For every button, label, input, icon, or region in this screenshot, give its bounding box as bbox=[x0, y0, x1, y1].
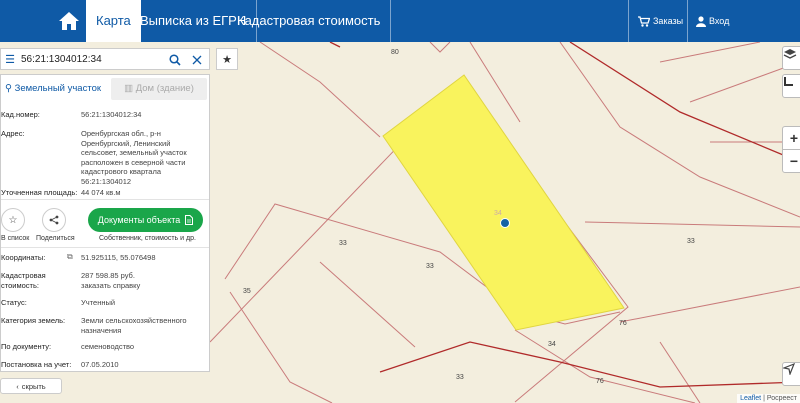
attribution-rest: | Росреест bbox=[761, 395, 797, 402]
map-attribution: Leaflet | Росреест bbox=[737, 394, 800, 403]
add-to-list-caption: В список bbox=[1, 235, 30, 242]
nav-divider bbox=[687, 0, 688, 42]
parcel-label: 34 bbox=[494, 210, 502, 217]
area-value: 44 074 кв.м bbox=[81, 188, 121, 197]
status-label: Статус: bbox=[1, 298, 27, 307]
cad-cost-label: Кадастровая стоимость: bbox=[1, 271, 46, 290]
documents-button[interactable]: Документы объекта bbox=[88, 208, 203, 232]
share-button[interactable] bbox=[42, 208, 66, 232]
locate-icon[interactable] bbox=[782, 362, 800, 386]
address-label: Адрес: bbox=[1, 129, 25, 138]
orders-label: Заказы bbox=[653, 16, 684, 26]
registered-label: Постановка на учет: bbox=[1, 360, 72, 369]
parcel-label: 33 bbox=[456, 374, 464, 381]
cad-number-label: Кад.номер: bbox=[1, 110, 40, 119]
parcel-label: 33 bbox=[426, 263, 434, 270]
favorites-button[interactable]: ★ bbox=[216, 48, 238, 70]
orders-button[interactable]: Заказы bbox=[638, 0, 683, 42]
cad-number-value[interactable]: 56:21:1304012:34 bbox=[81, 110, 207, 120]
nav-divider bbox=[628, 0, 629, 42]
layers-icon[interactable] bbox=[782, 46, 800, 70]
category-value: Земли сельскохозяйственного назначения bbox=[81, 316, 187, 335]
tab-building[interactable]: ▥ Дом (здание) bbox=[111, 78, 207, 100]
category-label: Категория земель: bbox=[1, 316, 66, 325]
collapse-panel-button[interactable]: ‹ скрыть bbox=[0, 378, 62, 394]
object-info-panel: ⚲ Земельный участок ▥ Дом (здание) Кад.н… bbox=[0, 74, 210, 372]
tab-building-label: Дом (здание) bbox=[135, 83, 194, 94]
login-button[interactable]: Вход bbox=[696, 0, 729, 42]
building-icon: ▥ bbox=[124, 83, 136, 94]
parcel-label: 34 bbox=[548, 341, 556, 348]
address-value: Оренбургская обл., р-н Оренбургский, Лен… bbox=[81, 129, 187, 186]
by-doc-label: По документу: bbox=[1, 342, 52, 351]
tab-cadastral-value[interactable]: Кадастровая стоимость bbox=[227, 0, 392, 42]
search-input[interactable] bbox=[19, 53, 169, 65]
leaflet-link[interactable]: Leaflet bbox=[740, 395, 761, 402]
tab-land-plot[interactable]: ⚲ Земельный участок bbox=[1, 78, 105, 100]
zoom-out-button[interactable]: − bbox=[782, 149, 800, 173]
divider bbox=[1, 199, 209, 200]
cart-icon bbox=[638, 15, 650, 27]
tab-land-plot-label: Земельный участок bbox=[14, 83, 102, 94]
search-bar: ☰ bbox=[0, 48, 210, 70]
map-pin-icon: ⚲ bbox=[4, 83, 15, 94]
registered-value: 07.05.2010 bbox=[81, 360, 119, 369]
documents-button-label: Документы объекта bbox=[97, 215, 181, 225]
coords-value: 51.925115, 55.076498 bbox=[81, 253, 156, 262]
order-certificate-link[interactable]: заказать справку bbox=[81, 281, 207, 291]
status-value: Учтенный bbox=[81, 298, 116, 307]
chevron-left-icon: ‹ bbox=[16, 381, 19, 391]
zoom-in-button[interactable]: + bbox=[782, 126, 800, 150]
cad-cost-value: 287 598.85 руб. bbox=[81, 271, 135, 280]
login-label: Вход bbox=[709, 16, 730, 26]
search-icon[interactable] bbox=[166, 51, 184, 69]
collapse-label: скрыть bbox=[21, 381, 46, 391]
menu-icon[interactable]: ☰ bbox=[1, 53, 19, 66]
parcel-label: 76 bbox=[619, 320, 627, 327]
copy-icon[interactable]: ⧉ bbox=[67, 252, 73, 262]
home-icon[interactable] bbox=[52, 0, 86, 42]
coords-label: Координаты: bbox=[1, 253, 46, 262]
divider bbox=[1, 247, 209, 248]
by-doc-value: семеноводство bbox=[81, 342, 135, 351]
parcel-label: 76 bbox=[596, 378, 604, 385]
top-navbar: Карта Выписка из ЕГРН Кадастровая стоимо… bbox=[0, 0, 800, 42]
add-to-list-button[interactable]: ☆ bbox=[1, 208, 25, 232]
close-icon[interactable] bbox=[188, 51, 206, 69]
area-label: Уточненная площадь: bbox=[1, 188, 78, 197]
document-icon bbox=[185, 215, 194, 225]
share-caption: Поделиться bbox=[36, 235, 75, 242]
share-icon bbox=[49, 215, 59, 225]
panel-tabs: ⚲ Земельный участок ▥ Дом (здание) bbox=[1, 75, 209, 101]
user-icon bbox=[696, 15, 706, 27]
star-icon: ★ bbox=[222, 53, 232, 66]
measure-icon[interactable] bbox=[782, 74, 800, 98]
parcel-label: 35 bbox=[243, 288, 251, 295]
star-outline-icon: ☆ bbox=[8, 214, 18, 226]
parcel-label: 80 bbox=[391, 49, 399, 56]
parcel-label: 33 bbox=[687, 238, 695, 245]
parcel-label: 33 bbox=[339, 240, 347, 247]
documents-caption: Собственник, стоимость и др. bbox=[99, 235, 196, 242]
